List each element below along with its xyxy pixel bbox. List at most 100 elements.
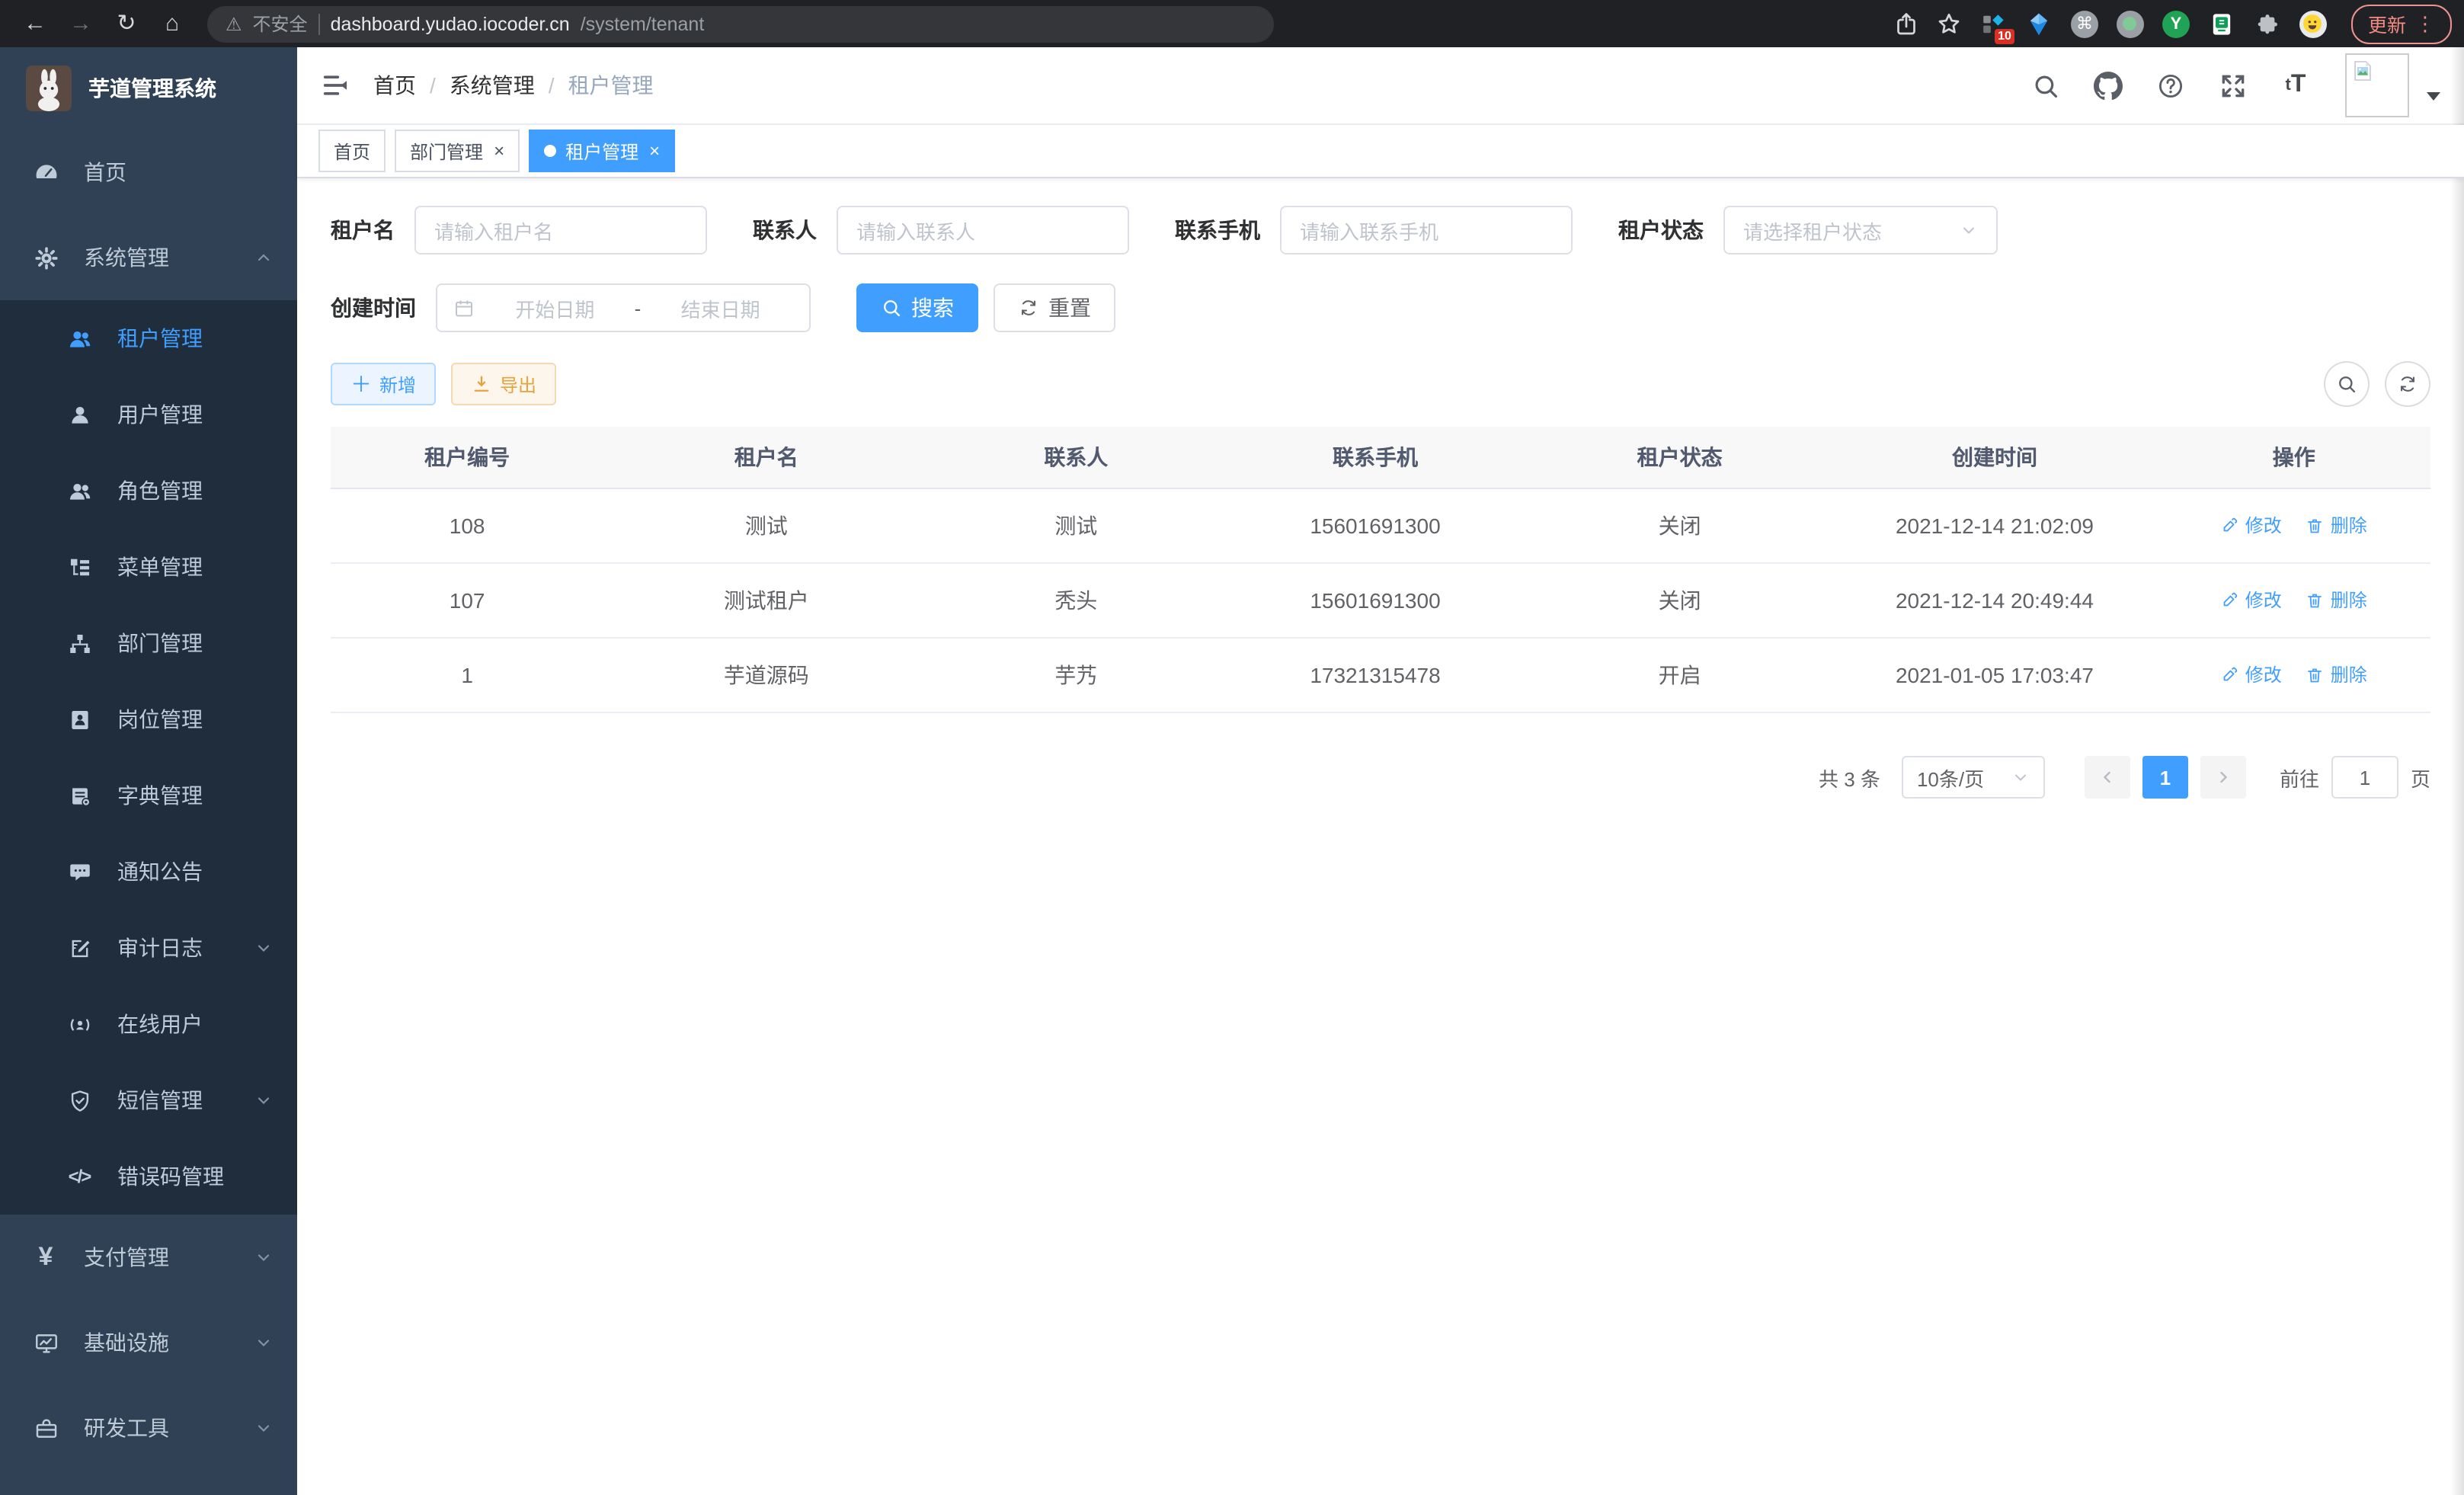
refresh-table-button[interactable] <box>2385 361 2430 407</box>
plus-icon: ＋ <box>350 373 372 395</box>
tenant-name-input[interactable]: 请输入租户名 <box>414 206 707 255</box>
cell-id: 108 <box>331 488 603 563</box>
magnifier-icon <box>881 297 902 319</box>
share-icon[interactable] <box>1893 10 1920 37</box>
sidebar-item-字典管理[interactable]: 字典管理 <box>0 757 297 834</box>
home-icon[interactable]: ⌂ <box>154 5 190 42</box>
extension-docs-icon[interactable] <box>2206 8 2237 39</box>
security-label[interactable]: 不安全 <box>253 11 308 37</box>
breadcrumb-item[interactable]: 系统管理 <box>450 70 535 101</box>
reload-icon[interactable]: ↻ <box>108 5 145 42</box>
sidebar-item-角色管理[interactable]: 角色管理 <box>0 453 297 529</box>
goto-label: 前往 <box>2280 763 2319 792</box>
goto-page-input[interactable]: 1 <box>2331 756 2398 799</box>
close-icon[interactable]: × <box>649 142 660 160</box>
chevron-down-icon <box>1960 221 1978 239</box>
extension-cmd-icon[interactable]: ⌘ <box>2069 8 2100 39</box>
column-header: 联系人 <box>929 427 1223 488</box>
cell-created: 2021-12-14 21:02:09 <box>1832 488 2157 563</box>
app-logo[interactable]: 芋道管理系统 <box>0 47 297 130</box>
fullscreen-icon[interactable] <box>2219 71 2248 100</box>
extension-balloon-icon[interactable] <box>2024 8 2054 39</box>
sidebar-item-通知公告[interactable]: 通知公告 <box>0 834 297 910</box>
column-header: 联系手机 <box>1223 427 1528 488</box>
prev-page-button[interactable] <box>2085 756 2130 799</box>
gear-icon <box>32 244 59 271</box>
sidebar-item-短信管理[interactable]: 短信管理 <box>0 1062 297 1138</box>
extension-y-icon[interactable]: Y <box>2161 8 2191 39</box>
delete-link[interactable]: 删除 <box>2306 513 2367 539</box>
github-icon[interactable] <box>2094 71 2123 100</box>
sidebar-item-在线用户[interactable]: 在线用户 <box>0 986 297 1062</box>
edit-link[interactable]: 修改 <box>2221 662 2282 688</box>
user-avatar[interactable] <box>2345 53 2409 117</box>
extensions-puzzle-icon[interactable] <box>2252 8 2283 39</box>
cell-created: 2021-12-14 20:49:44 <box>1832 563 2157 638</box>
delete-link[interactable]: 删除 <box>2306 662 2367 688</box>
browser-update-button[interactable]: 更新 ⋮ <box>2351 4 2452 43</box>
sidebar-item-label: 研发工具 <box>84 1413 169 1443</box>
hamburger-icon[interactable] <box>320 70 350 101</box>
reset-button[interactable]: 重置 <box>994 283 1115 332</box>
toggle-search-button[interactable] <box>2324 361 2370 407</box>
sidebar-item-部门管理[interactable]: 部门管理 <box>0 605 297 681</box>
breadcrumb-separator: / <box>430 73 436 98</box>
address-bar[interactable]: ⚠ 不安全 dashboard.yudao.iocoder.cn/system/… <box>207 5 1274 42</box>
refresh-icon <box>1018 297 1039 319</box>
sidebar-item-基础设施[interactable]: 基础设施 <box>0 1300 297 1385</box>
menu-tree-icon <box>66 553 93 581</box>
edit-link[interactable]: 修改 <box>2221 513 2282 539</box>
sidebar-item-错误码管理[interactable]: </>错误码管理 <box>0 1138 297 1215</box>
sidebar-item-用户管理[interactable]: 用户管理 <box>0 376 297 453</box>
extension-record-icon[interactable] <box>2115 8 2146 39</box>
export-button[interactable]: 导出 <box>451 363 556 405</box>
sidebar-item-系统管理[interactable]: 系统管理 <box>0 215 297 300</box>
forward-icon[interactable]: → <box>62 5 99 42</box>
infra-monitor-icon <box>32 1329 59 1356</box>
tab-租户管理[interactable]: 租户管理× <box>529 130 675 172</box>
page-number-button[interactable]: 1 <box>2142 756 2188 799</box>
sidebar-item-审计日志[interactable]: 审计日志 <box>0 910 297 986</box>
back-icon[interactable]: ← <box>17 5 53 42</box>
profile-avatar[interactable] <box>2298 8 2328 39</box>
delete-link[interactable]: 删除 <box>2306 587 2367 613</box>
sidebar-item-菜单管理[interactable]: 菜单管理 <box>0 529 297 605</box>
search-button[interactable]: 搜索 <box>856 283 978 332</box>
start-date-placeholder[interactable]: 开始日期 <box>482 293 629 322</box>
mobile-input[interactable]: 请输入联系手机 <box>1280 206 1573 255</box>
sidebar-item-首页[interactable]: 首页 <box>0 130 297 215</box>
date-range-input[interactable]: 开始日期 - 结束日期 <box>436 283 811 332</box>
breadcrumb-item[interactable]: 首页 <box>373 70 416 101</box>
sidebar-item-支付管理[interactable]: ¥支付管理 <box>0 1215 297 1300</box>
bookmark-star-icon[interactable] <box>1935 10 1963 37</box>
sidebar-item-岗位管理[interactable]: 岗位管理 <box>0 681 297 757</box>
cell-name: 测试 <box>603 488 929 563</box>
dict-book-icon <box>66 782 93 809</box>
tab-部门管理[interactable]: 部门管理 × <box>395 130 520 172</box>
caret-down-icon[interactable] <box>2424 87 2443 105</box>
tab-首页[interactable]: 首页 <box>318 130 386 172</box>
tab-label: 部门管理 <box>410 138 483 164</box>
extension-grid-icon[interactable]: 10 <box>1978 8 2008 39</box>
search-icon[interactable] <box>2031 71 2060 100</box>
page-size-select[interactable]: 10条/页 <box>1902 756 2045 799</box>
end-date-placeholder[interactable]: 结束日期 <box>647 293 794 322</box>
font-size-icon[interactable]: tT <box>2281 71 2310 100</box>
edit-icon <box>2221 517 2239 535</box>
contact-input[interactable]: 请输入联系人 <box>837 206 1129 255</box>
cell-name: 芋道源码 <box>603 638 929 712</box>
sidebar: 芋道管理系统 首页系统管理租户管理用户管理角色管理菜单管理部门管理岗位管理字典管… <box>0 47 297 1495</box>
menu-dots-icon[interactable]: ⋮ <box>2415 11 2435 36</box>
edit-link[interactable]: 修改 <box>2221 587 2282 613</box>
sidebar-item-租户管理[interactable]: 租户管理 <box>0 300 297 376</box>
sidebar-item-研发工具[interactable]: 研发工具 <box>0 1385 297 1471</box>
next-page-button[interactable] <box>2200 756 2246 799</box>
add-button[interactable]: ＋ 新增 <box>331 363 436 405</box>
sidebar-item-label: 基础设施 <box>84 1327 169 1358</box>
status-select[interactable]: 请选择租户状态 <box>1723 206 1998 255</box>
help-icon[interactable] <box>2156 71 2185 100</box>
close-icon[interactable]: × <box>494 142 504 160</box>
cell-contact: 秃头 <box>929 563 1223 638</box>
sidebar-item-label: 部门管理 <box>117 628 203 658</box>
url-path: /system/tenant <box>581 13 705 34</box>
